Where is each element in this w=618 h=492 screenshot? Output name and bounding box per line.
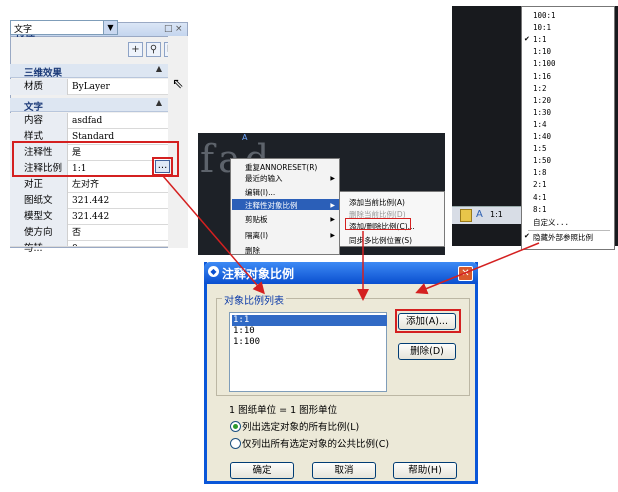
arrow-list-to-add xyxy=(415,242,540,295)
arrow-ellipsis-to-dialog xyxy=(162,175,265,295)
callout-arrows xyxy=(162,175,540,301)
